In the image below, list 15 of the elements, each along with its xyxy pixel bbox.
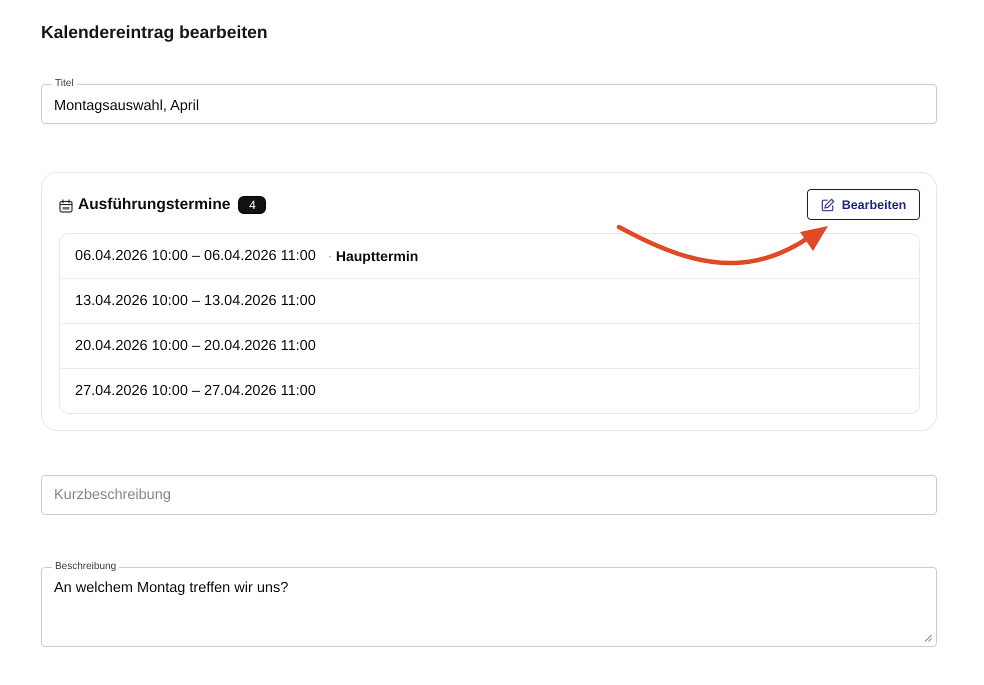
date-range-text: 20.04.2026 10:00 – 20.04.2026 11:00 [75, 338, 316, 354]
note-label: Haupttermin [336, 248, 418, 264]
edit-button[interactable]: Bearbeiten [807, 189, 920, 220]
description-label: Beschreibung [52, 561, 120, 573]
short-description-field[interactable]: Kurzbeschreibung [41, 475, 937, 515]
calendar-icon [59, 198, 73, 212]
count-badge: 4 [238, 196, 266, 214]
edit-icon [820, 198, 835, 212]
date-range-text: 27.04.2026 10:00 – 27.04.2026 11:00 [75, 383, 316, 399]
separator-text: · [328, 249, 332, 263]
section-title: Ausführungstermine [78, 196, 230, 214]
date-range-text: 13.04.2026 10:00 – 13.04.2026 11:00 [75, 293, 316, 309]
page-heading: Kalendereintrag bearbeiten [41, 22, 269, 42]
resize-handle-icon[interactable] [924, 634, 932, 642]
date-range-text: 06.04.2026 10:00 – 06.04.2026 11:00 [75, 248, 316, 264]
